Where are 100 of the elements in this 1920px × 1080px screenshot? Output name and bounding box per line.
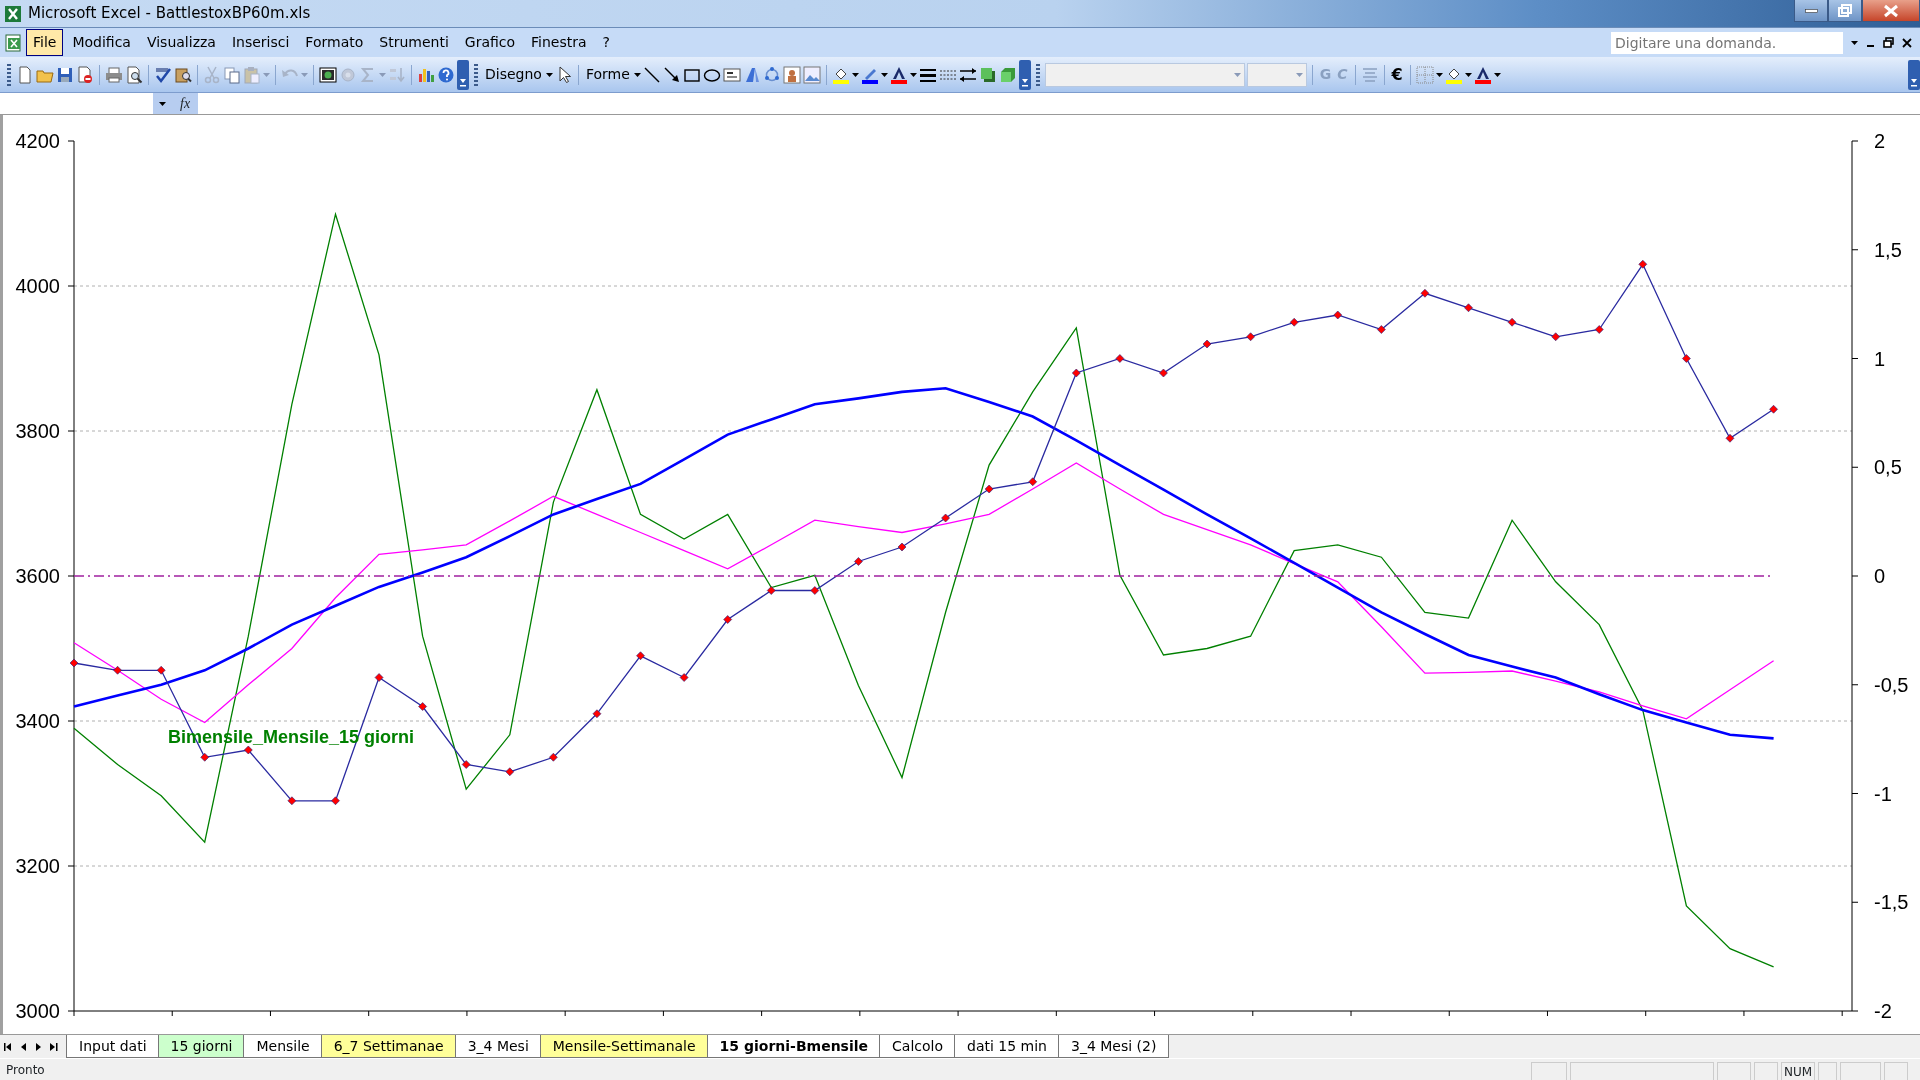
caret-icon[interactable] xyxy=(1464,72,1472,77)
data-point xyxy=(592,709,602,719)
data-point xyxy=(1464,303,1473,313)
data-point xyxy=(549,752,558,762)
menu-item[interactable]: ? xyxy=(595,29,617,56)
menu-item[interactable]: Grafico xyxy=(457,29,523,56)
menu-item[interactable]: Formato xyxy=(298,29,371,56)
font-color-icon[interactable] xyxy=(889,65,908,84)
menu-item[interactable]: Modifica xyxy=(65,29,138,56)
previous-sheet-icon[interactable] xyxy=(20,1041,27,1052)
data-point xyxy=(1769,404,1778,414)
sheet-tab[interactable]: Input dati xyxy=(66,1035,160,1058)
caret-icon[interactable] xyxy=(633,72,641,77)
data-point xyxy=(1420,288,1430,298)
caret-icon[interactable] xyxy=(1435,72,1443,77)
line-icon[interactable] xyxy=(642,65,661,84)
caret-icon[interactable] xyxy=(1493,72,1501,77)
caret-icon[interactable] xyxy=(851,72,859,77)
y-axis-label: 3200 xyxy=(15,855,60,877)
toolbar-options-icon[interactable] xyxy=(457,59,469,90)
status-panel xyxy=(1717,1062,1751,1080)
3d-style-icon[interactable] xyxy=(998,65,1017,84)
data-point xyxy=(287,796,297,806)
status-indicator: NUM xyxy=(1781,1062,1815,1080)
sheet-tab[interactable]: 3_4 Mesi (2) xyxy=(1057,1035,1170,1058)
save-icon[interactable] xyxy=(56,65,74,84)
printer-icon[interactable] xyxy=(105,65,123,84)
restore-icon[interactable] xyxy=(1883,37,1894,48)
secondary-y-axis-label: -1 xyxy=(1874,782,1892,805)
book-search-icon[interactable] xyxy=(174,65,192,84)
data-point xyxy=(374,673,384,682)
document-permission-icon[interactable] xyxy=(76,65,94,84)
sheet-tab[interactable]: Calcolo xyxy=(879,1035,956,1058)
sheet-tab[interactable]: Mensile-Settimanale xyxy=(539,1035,709,1058)
shadow-style-icon[interactable] xyxy=(978,65,997,84)
data-point xyxy=(636,651,645,661)
menu-item[interactable]: Finestra xyxy=(524,29,594,56)
drawing-menu[interactable]: Disegno xyxy=(483,64,544,85)
data-point xyxy=(1594,325,1604,334)
currency-button[interactable]: € xyxy=(1389,62,1405,87)
caret-icon[interactable] xyxy=(159,101,166,106)
font-name-field[interactable] xyxy=(1044,62,1245,87)
sheet-tab[interactable]: dati 15 min xyxy=(954,1035,1060,1058)
data-point xyxy=(156,665,166,675)
secondary-y-axis-label: 1 xyxy=(1874,347,1886,370)
status-text: Pronto xyxy=(6,1061,45,1079)
caret-icon[interactable] xyxy=(1851,40,1858,45)
close-icon[interactable] xyxy=(1902,37,1912,48)
toolbar-options-icon[interactable] xyxy=(1018,59,1031,90)
sheet-tab[interactable]: 15 giorni-Bmensile xyxy=(706,1035,882,1058)
sheet-tab[interactable]: 6_7 Settimanae xyxy=(320,1035,457,1058)
first-sheet-icon[interactable] xyxy=(4,1041,12,1052)
arrow-icon[interactable] xyxy=(662,65,681,84)
new-document-icon[interactable] xyxy=(16,65,34,84)
toolbar-options-icon[interactable] xyxy=(1908,59,1920,90)
data-point xyxy=(1072,368,1081,378)
secondary-y-axis-label: 0,5 xyxy=(1874,456,1902,479)
menu-item[interactable]: Strumenti xyxy=(372,29,456,56)
sheet-tab[interactable]: 3_4 Mesi xyxy=(454,1035,542,1058)
caret-icon[interactable] xyxy=(880,72,888,77)
caret-icon[interactable] xyxy=(545,72,553,77)
arrow-style-icon[interactable] xyxy=(958,65,977,84)
y-axis-label: 4000 xyxy=(15,275,60,297)
copy-icon[interactable] xyxy=(223,65,241,84)
close-button[interactable] xyxy=(1862,0,1920,22)
secondary-y-axis-label: 0 xyxy=(1874,565,1886,587)
status-panel xyxy=(1840,1062,1881,1080)
clip-art-icon[interactable] xyxy=(782,65,801,84)
font-size-field[interactable] xyxy=(1246,62,1307,87)
spelling-check-icon[interactable] xyxy=(154,65,172,84)
data-point xyxy=(1725,433,1735,443)
menu-item[interactable]: Visualizza xyxy=(139,29,223,56)
minimize-button[interactable] xyxy=(1794,0,1828,22)
help-search-field[interactable]: Digitare una domanda. xyxy=(1611,31,1843,54)
diagram-icon[interactable] xyxy=(762,65,781,84)
data-point xyxy=(897,542,907,552)
text-box-icon[interactable] xyxy=(722,65,741,84)
sheet-tab[interactable]: Mensile xyxy=(243,1035,323,1058)
data-point xyxy=(1028,477,1038,487)
status-panel xyxy=(1754,1062,1778,1080)
picture-icon[interactable] xyxy=(802,65,821,84)
excel-document-icon[interactable] xyxy=(4,32,24,53)
maximize-button[interactable] xyxy=(1828,0,1862,22)
caret-icon[interactable] xyxy=(909,72,917,77)
next-sheet-icon[interactable] xyxy=(35,1041,42,1052)
clipboard-icon[interactable] xyxy=(243,65,261,84)
data-point xyxy=(1289,317,1299,327)
help-icon[interactable] xyxy=(437,65,455,84)
menu-item[interactable]: Inserisci xyxy=(224,29,297,56)
sheet-tab[interactable]: 15 giorni xyxy=(157,1035,246,1058)
data-point xyxy=(1551,332,1560,342)
menu-item[interactable]: File xyxy=(26,29,64,56)
data-point xyxy=(1115,354,1125,363)
print-preview-icon[interactable] xyxy=(125,65,143,84)
font-color-icon[interactable] xyxy=(1473,65,1492,84)
status-panel xyxy=(1818,1062,1838,1080)
last-sheet-icon[interactable] xyxy=(50,1041,58,1052)
secondary-y-axis-label: -0,5 xyxy=(1874,673,1909,696)
shapes-menu[interactable]: Forme xyxy=(583,64,632,85)
window-title: Microsoft Excel - BattlestoxBP60m.xls xyxy=(28,3,311,25)
